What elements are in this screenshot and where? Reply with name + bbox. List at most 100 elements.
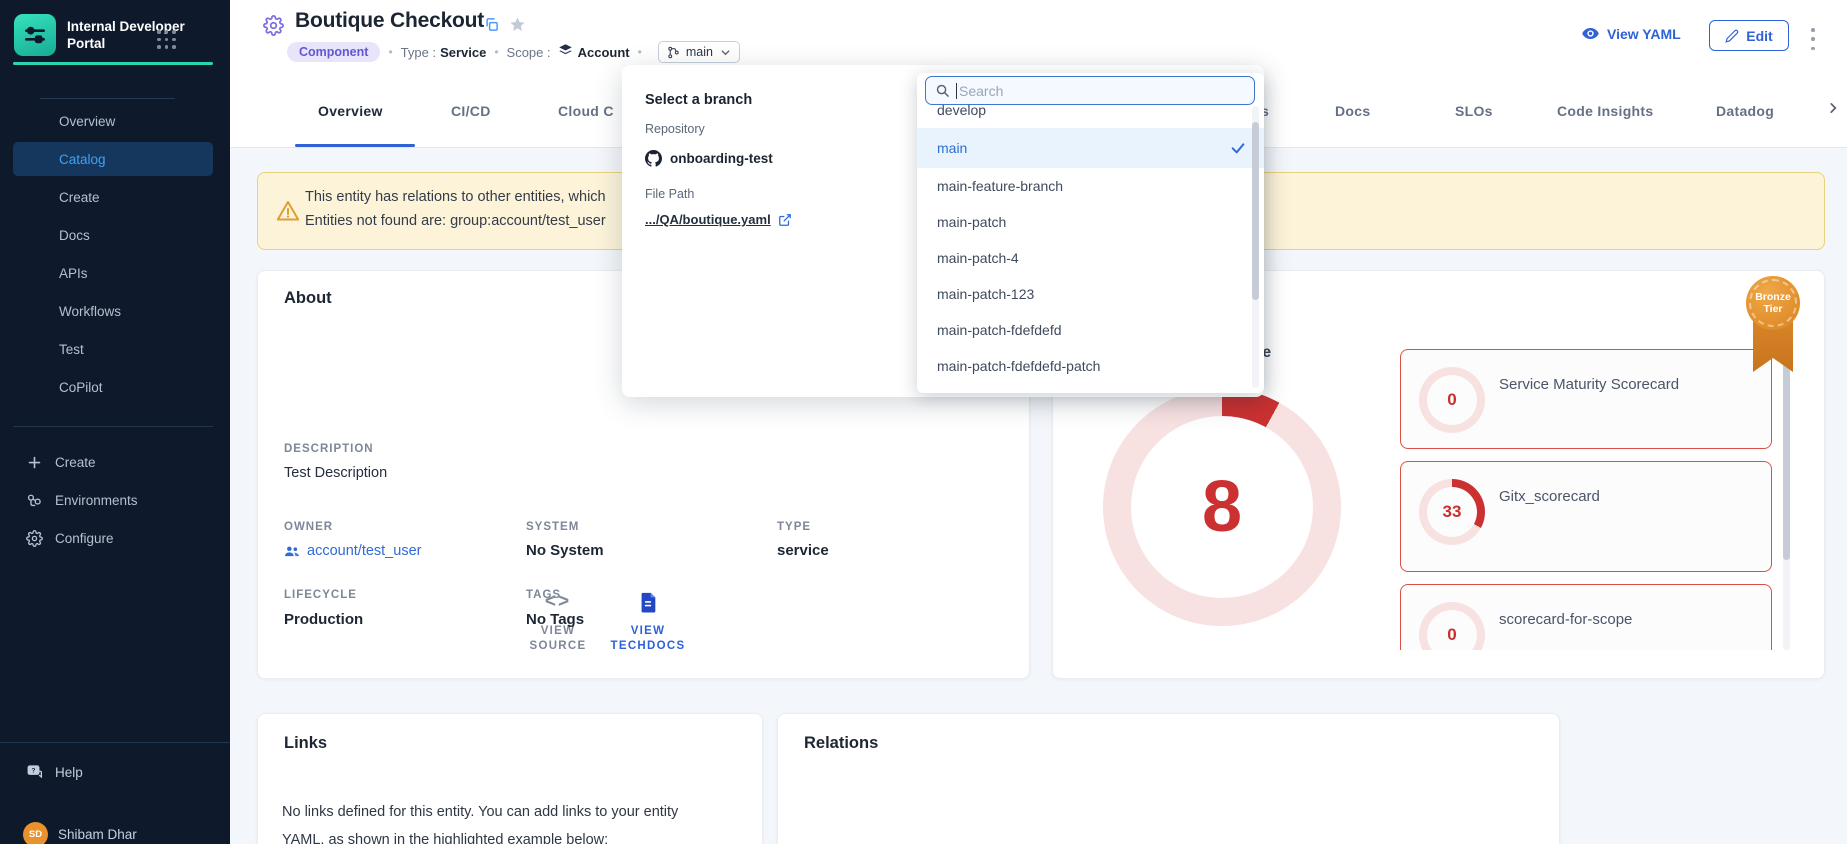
scorecard-card-service-maturity-scorecard[interactable]: 0Service Maturity Scorecard <box>1400 349 1772 449</box>
sidebar-divider <box>13 426 213 427</box>
sidebar: Internal Developer Portal OverviewCatalo… <box>0 0 230 844</box>
file-path-link[interactable]: .../QA/boutique.yaml <box>645 212 792 227</box>
idp-logo-icon <box>14 14 56 56</box>
description-value: Test Description <box>284 465 387 481</box>
sidebar-item-label: Workflows <box>59 304 121 319</box>
sidebar-item-overview[interactable]: Overview <box>0 102 230 140</box>
scorecard-list: 0Service Maturity Scorecard33Gitx_scorec… <box>1400 349 1772 650</box>
branch-option-label: main-patch-fdefdefd-patch <box>937 358 1100 374</box>
nodes-icon <box>26 492 43 509</box>
owner-value: account/test_user <box>284 543 421 559</box>
branch-option-label: main <box>937 140 967 156</box>
gear-icon <box>26 530 43 547</box>
tab-code-insights[interactable]: Code Insights <box>1557 103 1653 119</box>
tab-slos[interactable]: SLOs <box>1455 103 1493 119</box>
rosette-icon: Bronze Tier <box>1746 276 1800 330</box>
help-label: Help <box>55 765 83 780</box>
branch-search-box[interactable] <box>925 76 1255 105</box>
view-source-label: VIEWSOURCE <box>522 624 594 654</box>
text-caret <box>956 83 957 99</box>
scorecard-score-value: 0 <box>1447 625 1456 645</box>
repository-name: onboarding-test <box>670 151 773 166</box>
scorecard-card-gitx-scorecard[interactable]: 33Gitx_scorecard <box>1400 461 1772 572</box>
search-icon <box>935 83 950 98</box>
sidebar-item-catalog[interactable]: Catalog <box>0 140 230 178</box>
branch-option-main[interactable]: main <box>917 128 1264 168</box>
owner-link[interactable]: account/test_user <box>284 543 421 559</box>
view-techdocs-button[interactable]: VIEWTECHDOCS <box>610 589 686 654</box>
sidebar-item-label: Catalog <box>59 152 106 167</box>
branch-option-main-patch-4[interactable]: main-patch-4 <box>917 240 1264 276</box>
tab-overview[interactable]: Overview <box>318 103 383 119</box>
sidebar-item-create[interactable]: Create <box>0 178 230 216</box>
banner-text-line2: Entities not found are: group:account/te… <box>305 213 606 229</box>
owner-label: OWNER <box>284 521 333 533</box>
type-field-label: TYPE <box>777 521 811 533</box>
sidebar-action-label: Configure <box>55 531 114 546</box>
user-name: Shibam Dhar <box>58 827 137 842</box>
branch-option-main-patch-fdefdefd-patch[interactable]: main-patch-fdefdefd-patch <box>917 348 1264 384</box>
sidebar-nav: Overview Catalog Create Docs APIs Workflows Te… <box>0 102 230 406</box>
scorecard-card-scorecard-for-scope[interactable]: 0scorecard-for-scope <box>1400 584 1772 650</box>
branch-option-label: main-patch-fdefdefd <box>937 322 1062 338</box>
description-label: DESCRIPTION <box>284 443 374 455</box>
user-menu[interactable]: SD Shibam Dhar <box>23 822 137 844</box>
branch-option-main-feature-branch[interactable]: main-feature-branch <box>917 168 1264 204</box>
system-label: SYSTEM <box>526 521 579 533</box>
sidebar-item-label: Create <box>59 190 100 205</box>
lifecycle-value: Production <box>284 611 363 628</box>
branch-option-label: develop <box>937 105 986 118</box>
branch-option-main-patch-123[interactable]: main-patch-123 <box>917 276 1264 312</box>
branch-option-main-patch-fdefdefd[interactable]: main-patch-fdefdefd <box>917 312 1264 348</box>
file-path-value: .../QA/boutique.yaml <box>645 212 771 227</box>
sidebar-item-label: Docs <box>59 228 90 243</box>
scorecard-name: Service Maturity Scorecard <box>1499 376 1679 393</box>
sidebar-divider <box>40 98 175 99</box>
dropdown-scrollbar-thumb[interactable] <box>1252 122 1259 300</box>
branch-option-develop[interactable]: develop <box>917 105 1264 128</box>
help-button[interactable]: ? Help <box>26 763 83 781</box>
sidebar-action-configure[interactable]: Configure <box>0 519 230 557</box>
sidebar-action-create[interactable]: Create <box>0 443 230 481</box>
warning-icon <box>275 199 301 228</box>
sidebar-item-workflows[interactable]: Workflows <box>0 292 230 330</box>
branch-dropdown: develop main main-feature-branch main-patch… <box>917 73 1264 393</box>
file-path-label: File Path <box>645 187 694 201</box>
sidebar-action-label: Environments <box>55 493 138 508</box>
tier-badge-label: Bronze Tier <box>1753 291 1793 315</box>
sidebar-action-environments[interactable]: Environments <box>0 481 230 519</box>
sidebar-action-label: Create <box>55 455 96 470</box>
lifecycle-label: LIFECYCLE <box>284 589 357 601</box>
branch-option-label: main-patch-4 <box>937 250 1019 266</box>
external-link-icon <box>778 213 792 227</box>
branch-option-main-patch[interactable]: main-patch <box>917 204 1264 240</box>
sidebar-item-copilot[interactable]: CoPilot <box>0 368 230 406</box>
sidebar-item-test[interactable]: Test <box>0 330 230 368</box>
module-grid-icon[interactable] <box>157 30 177 50</box>
tab-docs[interactable]: Docs <box>1335 103 1370 119</box>
sidebar-actions: Create Environments Configure <box>0 443 230 557</box>
about-title: About <box>284 289 332 308</box>
tags-value: No Tags <box>526 611 584 628</box>
tab-cloud-c[interactable]: Cloud C <box>558 103 614 119</box>
links-title: Links <box>284 734 327 753</box>
svg-text:?: ? <box>32 767 36 774</box>
scorecards-scrollbar-thumb[interactable] <box>1783 342 1790 560</box>
links-card: Links No links defined for this entity. … <box>257 713 763 844</box>
sidebar-item-label: CoPilot <box>59 380 103 395</box>
popover-title: Select a branch <box>645 92 752 108</box>
tab-datadog[interactable]: Datadog <box>1716 103 1774 119</box>
sidebar-item-docs[interactable]: Docs <box>0 216 230 254</box>
branch-search-input[interactable] <box>959 83 1254 99</box>
sidebar-item-apis[interactable]: APIs <box>0 254 230 292</box>
sidebar-divider <box>0 742 230 743</box>
branch-option-label: main-patch-123 <box>937 286 1034 302</box>
branch-option-label: main-patch <box>937 214 1006 230</box>
tab-overflow-chevron-icon[interactable] <box>1826 101 1840 120</box>
tab-ci-cd[interactable]: CI/CD <box>451 103 491 119</box>
app-window: OverviewCI/CDCloud CsDocsSLOsCode Insigh… <box>0 0 1847 844</box>
repository-row: onboarding-test <box>645 150 773 167</box>
branch-option-label: main-feature-branch <box>937 178 1063 194</box>
github-icon <box>645 150 662 167</box>
overall-score-value: 8 <box>1202 466 1242 548</box>
